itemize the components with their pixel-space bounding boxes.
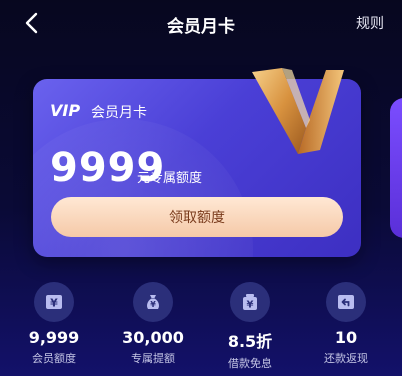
return-arrow-icon xyxy=(338,295,354,309)
vip-badge-icon: VIP xyxy=(50,101,80,119)
benefit-label: 借款免息 xyxy=(228,357,272,370)
benefit-icon-wrap: ¥ xyxy=(133,282,173,322)
benefit-repayment-cashback[interactable]: 10 还款返现 xyxy=(306,282,386,366)
vip-badge-text: VIP xyxy=(50,101,80,119)
benefit-label: 还款返现 xyxy=(324,352,368,365)
benefit-icon-wrap xyxy=(326,282,366,322)
svg-text:¥: ¥ xyxy=(247,300,254,311)
benefit-member-credit[interactable]: ¥ 9,999 会员额度 xyxy=(14,282,94,366)
page-title: 会员月卡 xyxy=(167,17,235,37)
yen-card-icon: ¥ xyxy=(46,295,62,310)
money-bag-icon: ¥ xyxy=(147,295,159,309)
credit-amount-label: 元专属额度 xyxy=(137,171,203,186)
gold-v-logo-icon xyxy=(252,68,344,154)
claim-credit-button[interactable]: 领取额度 xyxy=(51,197,343,237)
svg-text:¥: ¥ xyxy=(50,297,58,310)
benefit-value: 10 xyxy=(334,328,358,347)
benefit-value: 8.5折 xyxy=(227,332,273,351)
benefit-value: 9,999 xyxy=(28,328,80,347)
benefit-icon-wrap: ¥ xyxy=(230,282,270,322)
benefit-icon-wrap: ¥ xyxy=(34,282,74,322)
benefit-label: 专属提额 xyxy=(131,352,175,365)
benefit-interest-free[interactable]: ¥ 8.5折 借款免息 xyxy=(210,282,290,371)
benefit-value: 30,000 xyxy=(122,328,184,347)
svg-text:¥: ¥ xyxy=(150,300,156,309)
rules-link[interactable]: 规则 xyxy=(356,13,384,33)
yen-box-icon: ¥ xyxy=(243,294,257,311)
next-card-preview[interactable] xyxy=(390,98,402,238)
benefit-exclusive-increase[interactable]: ¥ 30,000 专属提额 xyxy=(113,282,193,366)
benefit-label: 会员额度 xyxy=(32,352,76,365)
top-bar: 会员月卡 规则 xyxy=(0,0,402,44)
benefits-row: ¥ 9,999 会员额度 ¥ 30,000 专属提额 ¥ 8.5折 借款免息 1… xyxy=(0,282,402,372)
card-name: 会员月卡 xyxy=(91,105,147,121)
